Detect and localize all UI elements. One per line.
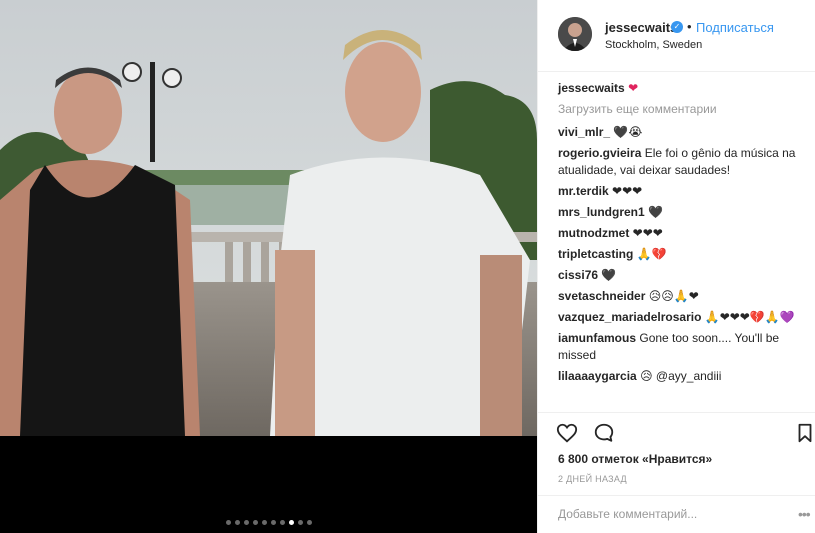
comment-username[interactable]: tripletcasting xyxy=(558,247,633,261)
comment-username[interactable]: vivi_mlr_ xyxy=(558,125,610,139)
comment-text: 🖤 xyxy=(648,205,663,219)
comment-item: vazquez_mariadelrosario 🙏❤❤❤💔🙏💜 xyxy=(558,309,808,326)
carousel-dot[interactable] xyxy=(252,520,258,525)
post-photo xyxy=(0,0,537,436)
location-link[interactable]: Stockholm, Sweden xyxy=(605,39,702,51)
carousel-dot[interactable] xyxy=(288,520,294,525)
comment-item: mrs_lundgren1 🖤 xyxy=(558,204,808,221)
post-timestamp[interactable]: 2 ДНЕЙ НАЗАД xyxy=(558,474,627,484)
caption: jessecwaits ❤ xyxy=(558,80,808,97)
verified-badge-icon: ✓ xyxy=(671,21,683,33)
carousel-dot[interactable] xyxy=(270,520,276,525)
post-panel: jessecwaits ✓ • Подписаться Stockholm, S… xyxy=(537,0,815,533)
comment-item: cissi76 🖤 xyxy=(558,267,808,284)
like-heart-icon[interactable] xyxy=(556,422,578,444)
carousel-dot[interactable] xyxy=(243,520,249,525)
comment-text: 🙏💔 xyxy=(636,247,667,261)
comment-text: 🙏❤❤❤💔🙏💜 xyxy=(704,310,795,324)
carousel-dot[interactable] xyxy=(225,520,231,525)
more-options-icon[interactable]: ••• xyxy=(798,506,811,522)
comment-username[interactable]: cissi76 xyxy=(558,268,598,282)
avatar[interactable] xyxy=(558,17,592,51)
bookmark-icon[interactable] xyxy=(794,422,815,444)
comment-bubble-icon[interactable] xyxy=(593,422,615,444)
comments-list: jessecwaits ❤ Загрузить еще комментарии … xyxy=(558,80,808,389)
comment-item: mr.terdik ❤❤❤ xyxy=(558,183,808,200)
add-comment-bar: ••• xyxy=(538,495,815,533)
comment-username[interactable]: svetaschneider xyxy=(558,289,645,303)
post-header: jessecwaits ✓ • Подписаться Stockholm, S… xyxy=(538,0,815,72)
comment-item: tripletcasting 🙏💔 xyxy=(558,246,808,263)
likes-count[interactable]: 6 800 отметок «Нравится» xyxy=(558,452,712,466)
carousel-dot[interactable] xyxy=(234,520,240,525)
header-username[interactable]: jessecwaits xyxy=(605,20,677,35)
comment-username[interactable]: mutnodzmet xyxy=(558,226,629,240)
caption-username[interactable]: jessecwaits xyxy=(558,81,625,95)
carousel-dot[interactable] xyxy=(297,520,303,525)
comment-username[interactable]: vazquez_mariadelrosario xyxy=(558,310,701,324)
add-comment-input[interactable] xyxy=(558,507,778,521)
comment-text: 🖤 xyxy=(601,268,617,282)
comment-item: lilaaaaygarcia 😥 @ayy_andiii xyxy=(558,368,808,385)
comment-text: ❤❤❤ xyxy=(632,226,663,240)
comment-username[interactable]: rogerio.gvieira xyxy=(558,146,641,160)
load-more-comments-link[interactable]: Загрузить еще комментарии xyxy=(558,101,808,118)
comment-item: mutnodzmet ❤❤❤ xyxy=(558,225,808,242)
comment-text: 😥😥🙏❤ xyxy=(648,289,699,303)
follow-button[interactable]: Подписаться xyxy=(696,20,774,35)
comment-item: rogerio.gvieira Ele foi o gênio da músic… xyxy=(558,145,808,179)
comment-text: 🖤😭 xyxy=(613,125,643,139)
carousel-dot[interactable] xyxy=(279,520,285,525)
action-bar xyxy=(538,412,815,452)
caption-text: ❤ xyxy=(628,81,639,95)
comment-username[interactable]: mrs_lundgren1 xyxy=(558,205,645,219)
header-separator: • xyxy=(687,19,692,34)
comment-item: vivi_mlr_ 🖤😭 xyxy=(558,124,808,141)
comment-username[interactable]: mr.terdik xyxy=(558,184,609,198)
comment-item: svetaschneider 😥😥🙏❤ xyxy=(558,288,808,305)
carousel-dot[interactable] xyxy=(261,520,267,525)
comment-text: 😥 @ayy_andiii xyxy=(640,369,722,383)
carousel-indicator xyxy=(0,520,537,525)
post-media[interactable] xyxy=(0,0,537,533)
comment-username[interactable]: lilaaaaygarcia xyxy=(558,369,637,383)
carousel-dot[interactable] xyxy=(306,520,312,525)
comment-username[interactable]: iamunfamous xyxy=(558,331,636,345)
comment-item: iamunfamous Gone too soon.... You'll be … xyxy=(558,330,808,364)
comment-text: ❤❤❤ xyxy=(612,184,643,198)
